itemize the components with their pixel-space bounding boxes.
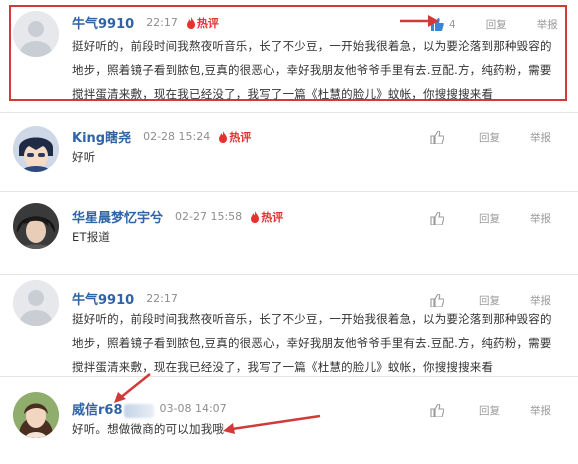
timestamp: 22:17 <box>146 16 178 29</box>
red-arrow-icon <box>223 414 321 434</box>
hot-badge: 热评 <box>250 209 283 225</box>
default-avatar-icon <box>13 11 59 57</box>
hot-badge: 热评 <box>218 129 251 145</box>
girl-photo-avatar-icon <box>13 392 59 438</box>
like-button[interactable] <box>430 404 449 417</box>
like-button[interactable] <box>430 294 449 307</box>
thumbs-up-icon <box>430 404 444 417</box>
comment-actions: 回复 举报 <box>430 130 551 145</box>
comment-1: 牛气9910 22:17 热评 4 回复 举报 挺好听的，前段时间我熬夜听音乐，… <box>0 0 578 105</box>
comment-header: 华星晨梦忆宇兮 02-27 15:58 热评 <box>72 207 283 226</box>
report-button[interactable]: 举报 <box>530 293 551 308</box>
flame-icon <box>186 16 195 29</box>
report-button[interactable]: 举报 <box>530 130 551 145</box>
like-count: 4 <box>449 18 456 31</box>
reply-button[interactable]: 回复 <box>479 211 500 226</box>
anime-avatar-icon <box>13 126 59 172</box>
photo-avatar-icon <box>13 203 59 249</box>
comment-header: 牛气9910 22:17 <box>72 289 178 308</box>
hot-badge-label: 热评 <box>196 16 219 30</box>
username[interactable]: 华星晨梦忆宇兮 <box>72 207 163 226</box>
comment-2: King瞎尧 02-28 15:24 热评 回复 举报 好听 <box>0 113 578 191</box>
timestamp: 22:17 <box>146 292 178 305</box>
comment-actions: 4 回复 举报 <box>430 17 558 32</box>
like-button[interactable] <box>430 131 449 144</box>
avatar[interactable] <box>13 126 59 172</box>
red-arrow-icon <box>114 373 151 403</box>
comment-3: 华星晨梦忆宇兮 02-27 15:58 热评 回复 举报 ET报道 <box>0 192 578 274</box>
avatar[interactable] <box>13 392 59 438</box>
reply-button[interactable]: 回复 <box>479 293 500 308</box>
flame-icon <box>219 130 228 143</box>
avatar[interactable] <box>13 280 59 326</box>
comment-actions: 回复 举报 <box>430 403 551 418</box>
red-arrow-icon <box>400 15 439 27</box>
comment-actions: 回复 举报 <box>430 293 551 308</box>
reply-button[interactable]: 回复 <box>486 17 507 32</box>
comment-header: King瞎尧 02-28 15:24 热评 <box>72 127 251 146</box>
hot-badge-label: 热评 <box>261 210 284 224</box>
reply-button[interactable]: 回复 <box>479 403 500 418</box>
comment-text: 好听 <box>72 150 96 164</box>
report-button[interactable]: 举报 <box>530 211 551 226</box>
username[interactable]: 牛气9910 <box>72 13 134 32</box>
username[interactable]: King瞎尧 <box>72 127 131 146</box>
avatar[interactable] <box>13 11 59 57</box>
reply-button[interactable]: 回复 <box>479 130 500 145</box>
hot-badge-label: 热评 <box>229 130 252 144</box>
like-button[interactable] <box>430 212 449 225</box>
timestamp: 02-28 15:24 <box>143 130 211 143</box>
username[interactable]: 牛气9910 <box>72 289 134 308</box>
comment-4: 牛气9910 22:17 回复 举报 挺好听的，前段时间我熬夜听音乐，长了不少豆… <box>0 275 578 375</box>
thumbs-up-icon <box>430 294 444 307</box>
thumbs-up-icon <box>430 131 444 144</box>
thumbs-up-icon <box>430 212 444 225</box>
flame-icon <box>251 210 260 223</box>
timestamp: 02-27 15:58 <box>175 210 243 223</box>
comment-header: 牛气9910 22:17 热评 <box>72 13 219 32</box>
comment-text: 挺好听的，前段时间我熬夜听音乐，长了不少豆，一开始我很着急，以为要沦落到那种毁容… <box>72 39 552 101</box>
report-button[interactable]: 举报 <box>537 17 558 32</box>
avatar[interactable] <box>13 203 59 249</box>
report-button[interactable]: 举报 <box>530 403 551 418</box>
timestamp: 03-08 14:07 <box>159 402 227 415</box>
comment-text: 挺好听的，前段时间我熬夜听音乐，长了不少豆，一开始我很着急，以为要沦落到那种毁容… <box>72 312 552 374</box>
default-avatar-icon <box>13 280 59 326</box>
comment-actions: 回复 举报 <box>430 211 551 226</box>
hot-badge: 热评 <box>186 15 219 31</box>
comment-text: ET报道 <box>72 230 111 244</box>
